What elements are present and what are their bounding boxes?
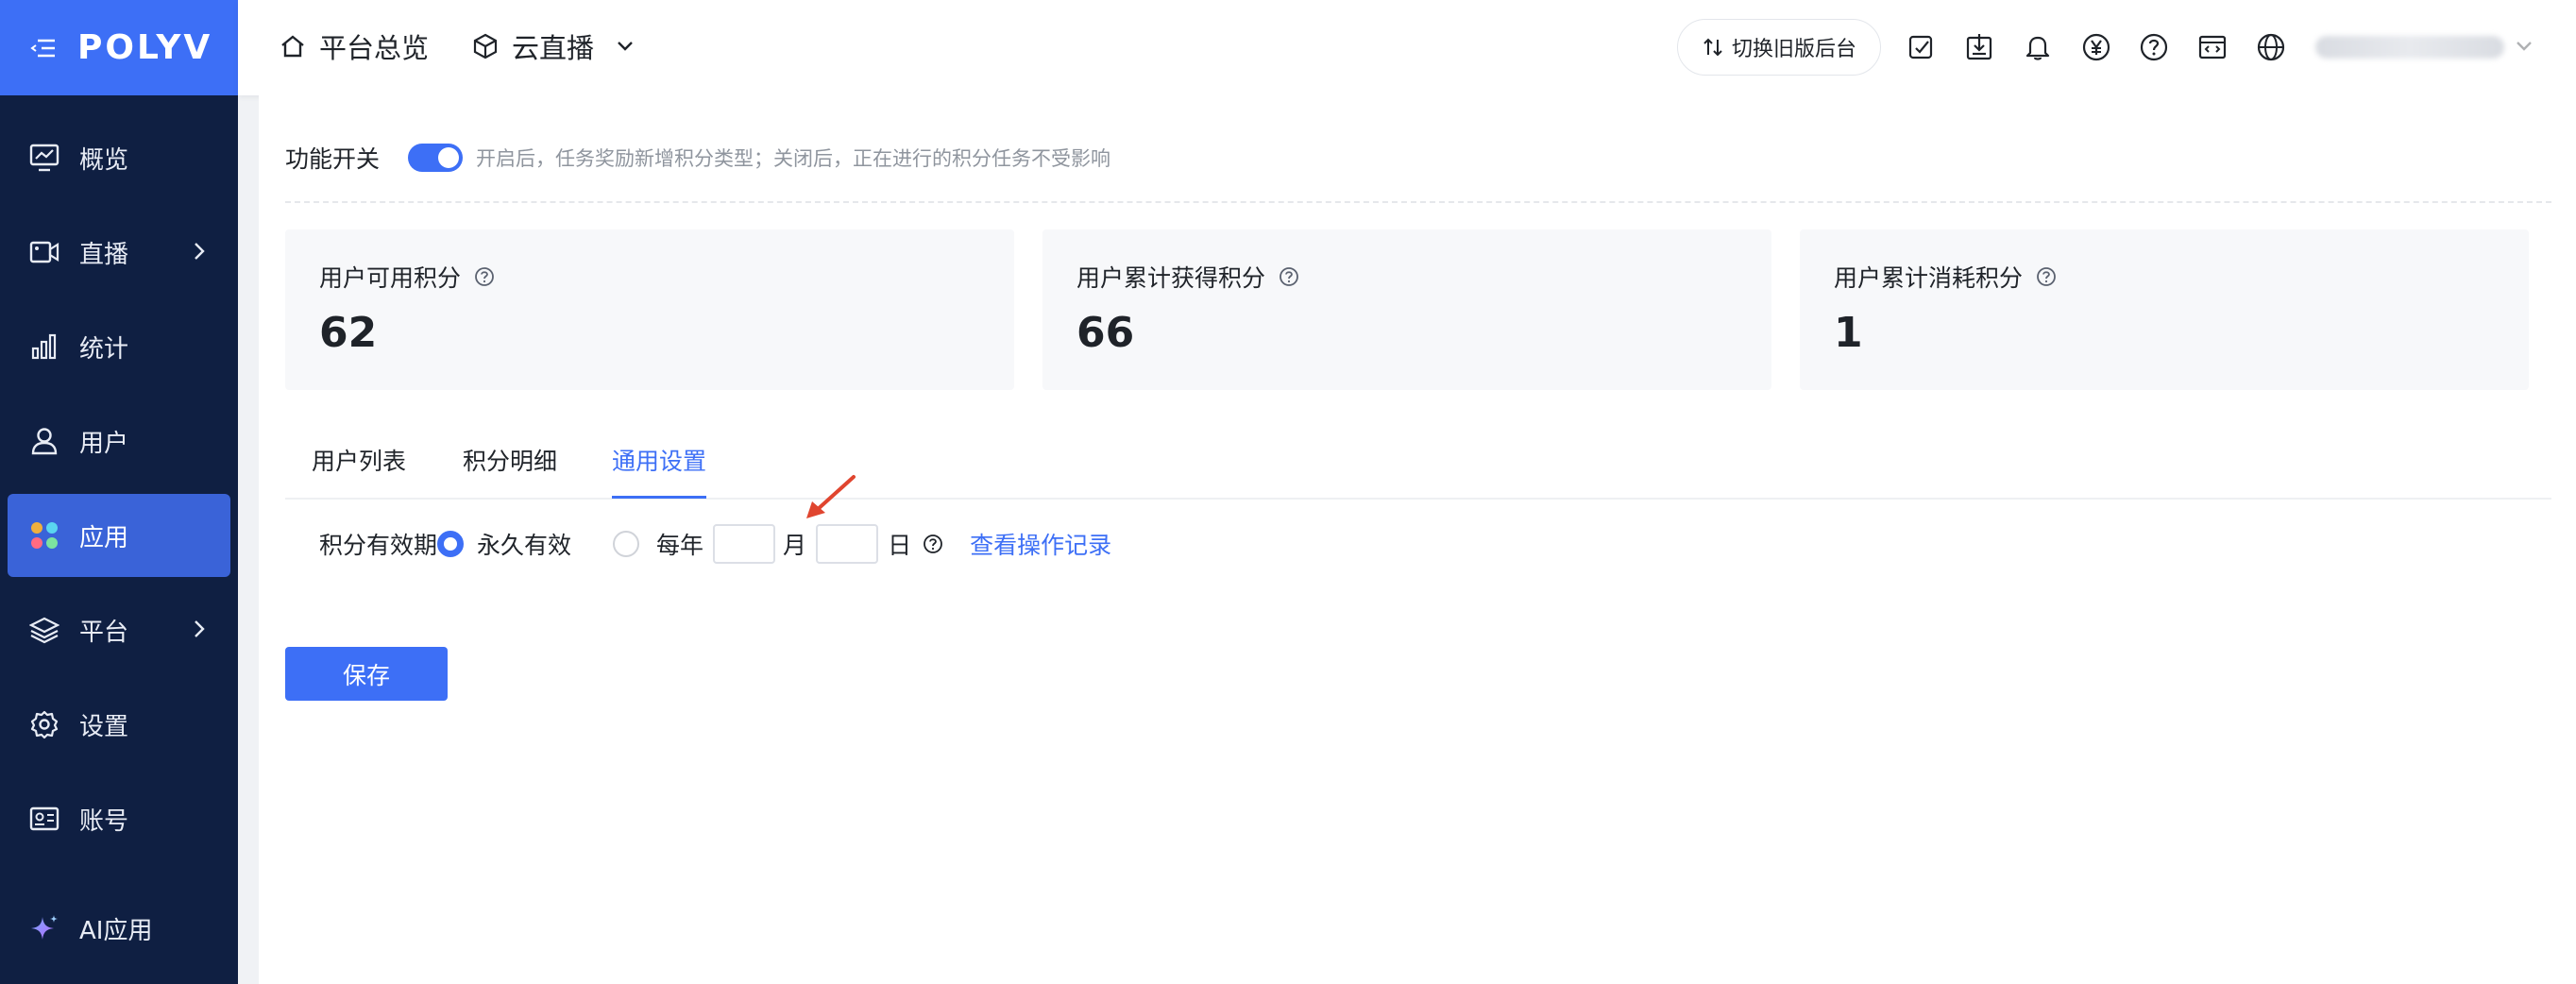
stat-value: 1	[1834, 309, 1863, 357]
sidebar-item-label: 概览	[79, 145, 129, 175]
stat-label: 用户可用积分	[319, 264, 462, 292]
radio-yearly-label[interactable]: 每年	[656, 527, 703, 561]
help-icon[interactable]	[474, 266, 495, 287]
bell-icon[interactable]	[2023, 32, 2053, 62]
stat-card-consumed: 用户累计消耗积分 1	[1800, 229, 2529, 390]
sidebar-item-settings[interactable]: 设置	[8, 683, 230, 766]
main-content: 功能开关 开启后，任务奖励新增积分类型；关闭后，正在进行的积分任务不受影响 用户…	[259, 95, 2576, 984]
sidebar-item-account[interactable]: 账号	[8, 777, 230, 860]
switch-old-version-label: 切换旧版后台	[1731, 38, 1856, 61]
tab-points-detail[interactable]: 积分明细	[463, 443, 557, 496]
sparkle-icon	[28, 912, 60, 944]
logo-bar: POLYV	[0, 0, 238, 95]
radio-yearly[interactable]	[613, 531, 640, 557]
sidebar-item-live[interactable]: 直播	[8, 211, 230, 294]
sidebar-item-label: 应用	[79, 523, 129, 552]
tab-general-settings[interactable]: 通用设置	[612, 443, 707, 499]
nav-platform-overview-label: 平台总览	[319, 32, 430, 64]
nav-cloud-live-label: 云直播	[512, 32, 595, 64]
menu-fold-icon[interactable]	[30, 38, 57, 59]
swap-icon	[1703, 38, 1722, 57]
video-camera-icon	[28, 236, 60, 268]
user-account-blurred[interactable]	[2315, 36, 2504, 59]
stat-label: 用户累计获得积分	[1076, 264, 1266, 292]
feature-switch-label: 功能开关	[285, 145, 381, 173]
sidebar-item-stats[interactable]: 统计	[8, 305, 230, 388]
radio-forever-label[interactable]: 永久有效	[477, 527, 571, 561]
sidebar-item-label: 设置	[79, 712, 129, 741]
feature-toggle[interactable]	[408, 144, 464, 172]
bar-chart-icon	[28, 331, 60, 363]
logo: POLYV	[77, 28, 213, 67]
stat-card-available: 用户可用积分 62	[285, 229, 1014, 390]
validity-setting-row: 积分有效期 永久有效 每年 月 日 查看操作记录	[319, 524, 1111, 564]
chevron-right-icon	[195, 620, 205, 637]
tab-user-list[interactable]: 用户列表	[312, 443, 406, 496]
month-unit: 月	[783, 532, 807, 559]
feature-switch-row: 功能开关 开启后，任务奖励新增积分类型；关闭后，正在进行的积分任务不受影响	[285, 141, 1110, 175]
sidebar-item-apps[interactable]: 应用	[8, 494, 230, 577]
chevron-down-icon[interactable]	[615, 36, 636, 57]
apps-icon	[28, 519, 60, 551]
radio-forever[interactable]	[437, 531, 465, 557]
divider	[285, 201, 2551, 203]
stat-value: 62	[319, 309, 378, 357]
top-bar: 平台总览 云直播 切换旧版后台	[238, 0, 2576, 95]
stat-card-earned: 用户累计获得积分 66	[1042, 229, 1771, 390]
validity-label: 积分有效期	[319, 532, 438, 559]
sidebar-item-label: 直播	[79, 240, 129, 269]
monitor-icon	[28, 142, 60, 174]
code-window-icon[interactable]	[2197, 32, 2228, 62]
sidebar: POLYV 概览 直播 统计 用户 应用 平台 设置 账号 AI应用	[0, 0, 238, 984]
annotation-arrow	[806, 475, 856, 518]
sidebar-item-platform[interactable]: 平台	[8, 588, 230, 671]
sidebar-item-label: 账号	[79, 806, 129, 836]
chevron-right-icon	[195, 243, 205, 260]
nav-cloud-live[interactable]: 云直播	[472, 26, 636, 66]
globe-icon[interactable]	[2256, 32, 2286, 62]
download-icon[interactable]	[1964, 32, 1994, 62]
sidebar-item-label: 用户	[79, 429, 129, 458]
id-card-icon	[28, 803, 60, 835]
chevron-down-icon[interactable]	[2514, 36, 2534, 57]
stat-label: 用户累计消耗积分	[1834, 264, 2024, 292]
gear-icon	[28, 708, 60, 740]
sidebar-item-ai-apps[interactable]: AI应用	[8, 887, 230, 970]
layers-icon	[28, 614, 60, 646]
switch-old-version-button[interactable]: 切换旧版后台	[1677, 19, 1881, 76]
month-input[interactable]	[713, 524, 776, 564]
view-log-link[interactable]: 查看操作记录	[970, 527, 1111, 561]
stat-value: 66	[1076, 309, 1135, 357]
yen-icon[interactable]	[2081, 32, 2111, 62]
sidebar-item-overview[interactable]: 概览	[8, 116, 230, 199]
help-icon[interactable]	[2036, 266, 2057, 287]
user-icon	[28, 425, 60, 457]
cube-icon	[473, 33, 498, 59]
help-icon[interactable]	[2139, 32, 2169, 62]
help-icon[interactable]	[1279, 266, 1299, 287]
day-unit: 日	[888, 532, 912, 559]
feature-switch-desc: 开启后，任务奖励新增积分类型；关闭后，正在进行的积分任务不受影响	[476, 147, 1111, 170]
day-input[interactable]	[816, 524, 879, 564]
nav-platform-overview[interactable]: 平台总览	[280, 26, 429, 66]
sidebar-item-label: 平台	[79, 618, 129, 647]
sidebar-item-label: AI应用	[79, 916, 153, 945]
sidebar-item-users[interactable]: 用户	[8, 399, 230, 483]
help-icon[interactable]	[923, 534, 943, 554]
tab-bar: 用户列表 积分明细 通用设置	[285, 428, 2551, 500]
edit-icon[interactable]	[1906, 32, 1936, 62]
sidebar-item-label: 统计	[79, 334, 129, 364]
save-button[interactable]: 保存	[285, 647, 448, 701]
home-icon	[281, 35, 304, 58]
